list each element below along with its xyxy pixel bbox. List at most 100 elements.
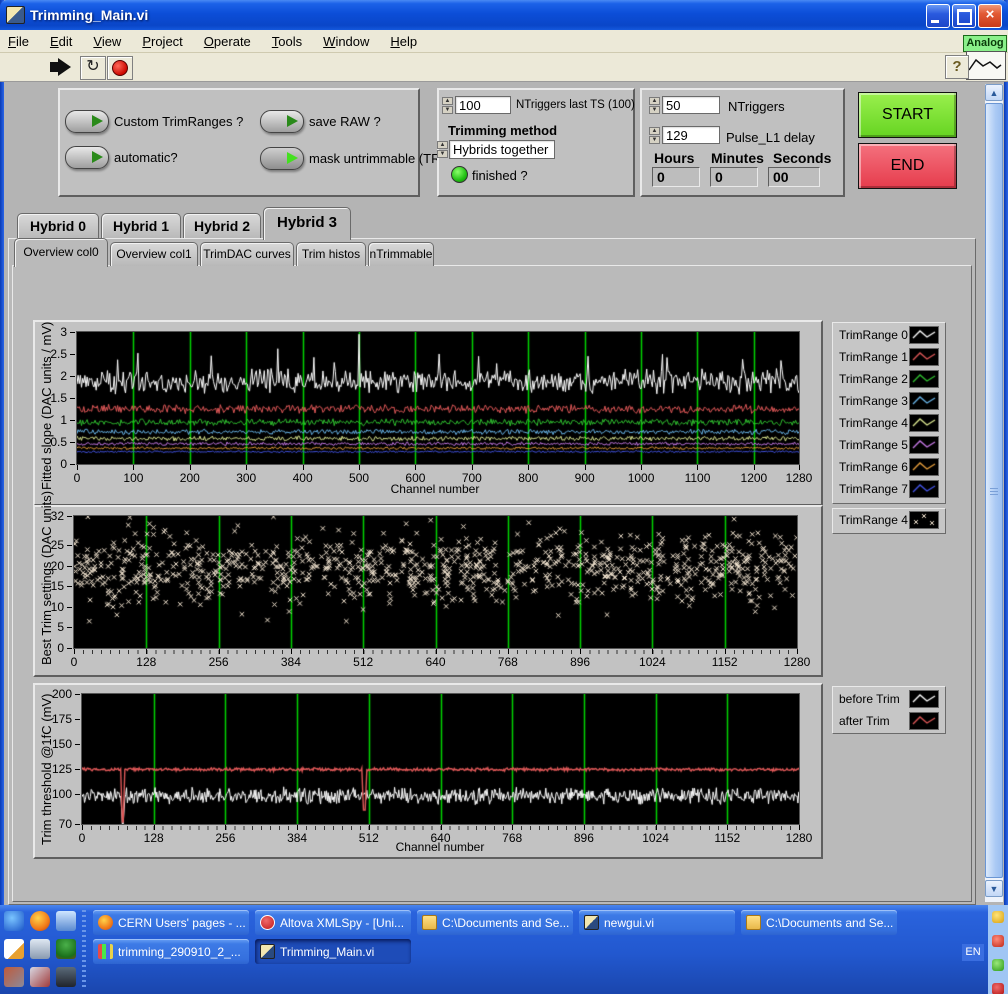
ntriggers-input[interactable]: 50	[662, 96, 720, 114]
legend-item[interactable]: TrimRange 1	[837, 347, 939, 367]
tab-hybrid-1[interactable]: Hybrid 1	[101, 213, 181, 239]
automatic-toggle[interactable]	[65, 146, 109, 169]
ntriggers-spinner[interactable]: ▲ ▼	[649, 97, 660, 115]
legend-item[interactable]: TrimRange 5	[837, 435, 939, 455]
legend-label: before Trim	[839, 692, 900, 706]
x-tick-label: 300	[236, 471, 257, 485]
start-button[interactable]: START	[858, 92, 957, 138]
legend-sample[interactable]	[909, 436, 939, 454]
pulse-delay-spinner[interactable]: ▲ ▼	[649, 127, 660, 145]
task-documents-2[interactable]: C:\Documents and Se...	[741, 910, 897, 935]
task-trimming-file[interactable]: trimming_290910_2_...	[93, 939, 249, 964]
run-continuous-button[interactable]: ↻	[80, 56, 106, 80]
tab-hybrid-2[interactable]: Hybrid 2	[183, 213, 261, 239]
tab-overview-col1[interactable]: Overview col1	[110, 242, 198, 266]
legend-item[interactable]: TrimRange 4	[837, 413, 939, 433]
title-bar[interactable]: Trimming_Main.vi ×	[0, 0, 1008, 30]
menu-file[interactable]: File	[8, 34, 29, 49]
legend-label: TrimRange 3	[839, 394, 908, 408]
legend-sample[interactable]	[909, 348, 939, 366]
tray-icon-1[interactable]	[992, 911, 1004, 923]
tab-trim-histos[interactable]: Trim histos	[296, 242, 366, 266]
pulse-delay-input[interactable]: 129	[662, 126, 720, 144]
menu-window[interactable]: Window	[323, 34, 369, 49]
messenger-icon[interactable]	[56, 911, 76, 931]
legend-sample[interactable]	[909, 458, 939, 476]
legend-item[interactable]: TrimRange 7	[837, 479, 939, 499]
legend-sample[interactable]	[909, 370, 939, 388]
legend-item[interactable]: TrimRange 2	[837, 369, 939, 389]
tab-trimdac-curves[interactable]: TrimDAC curves	[200, 242, 294, 266]
firefox-icon[interactable]	[30, 911, 50, 931]
custom-trimranges-toggle[interactable]	[65, 110, 109, 133]
x-tick-label: 400	[292, 471, 313, 485]
computer-icon[interactable]	[30, 939, 50, 959]
close-button[interactable]: ×	[978, 4, 1002, 28]
abort-button[interactable]	[107, 56, 133, 80]
menu-edit[interactable]: Edit	[50, 34, 72, 49]
ntriggers-last-spinner[interactable]: ▲ ▼	[442, 97, 453, 115]
menu-help[interactable]: Help	[390, 34, 417, 49]
legend-item[interactable]: TrimRange 6	[837, 457, 939, 477]
x-tick-label: 0	[78, 831, 86, 845]
legend-item[interactable]: TrimRange 3	[837, 391, 939, 411]
legend-item[interactable]: after Trim	[837, 711, 939, 731]
minimize-button[interactable]	[926, 4, 950, 28]
root-icon[interactable]	[56, 939, 76, 959]
maximize-button[interactable]	[952, 4, 976, 28]
menu-project[interactable]: Project	[142, 34, 182, 49]
tab-overview-col0[interactable]: Overview col0	[14, 238, 108, 267]
mask-untrimmable-toggle[interactable]	[260, 147, 304, 170]
internet-explorer-icon[interactable]	[4, 911, 24, 931]
legend-sample[interactable]	[909, 326, 939, 344]
ntriggers-last-input[interactable]: 100	[455, 96, 511, 114]
scrollbar-thumb[interactable]	[985, 103, 1003, 878]
legend-sample[interactable]	[909, 511, 939, 529]
window-border-right	[1004, 0, 1008, 905]
legend-sample[interactable]	[909, 392, 939, 410]
task-newgui[interactable]: newgui.vi	[579, 910, 735, 935]
folder-icon	[746, 915, 761, 930]
legend-sample[interactable]	[909, 690, 939, 708]
menu-view[interactable]: View	[93, 34, 121, 49]
legend-item[interactable]: TrimRange 0	[837, 325, 939, 345]
tab-ntrimmable[interactable]: nTrimmable	[368, 242, 434, 266]
run-continuous-icon: ↻	[86, 58, 100, 75]
legend-label: TrimRange 6	[839, 460, 908, 474]
legend-sample[interactable]	[909, 414, 939, 432]
scroll-down-button[interactable]: ▼	[985, 880, 1003, 897]
tab-hybrid-0[interactable]: Hybrid 0	[17, 213, 99, 239]
legend-item[interactable]: TrimRange 4	[837, 510, 939, 530]
scroll-up-button[interactable]: ▲	[985, 84, 1003, 101]
y-tick-label: 5	[57, 620, 64, 635]
tab-hybrid-3[interactable]: Hybrid 3	[263, 207, 351, 240]
app1-icon[interactable]	[4, 967, 24, 987]
trimming-method-combo[interactable]: Hybrids together	[449, 140, 555, 159]
end-button[interactable]: END	[858, 143, 957, 189]
y-tick	[67, 586, 72, 588]
legend-item[interactable]: before Trim	[837, 689, 939, 709]
trimming-method-spinner[interactable]: ▲ ▼	[437, 141, 448, 159]
x-tick	[146, 649, 148, 654]
app2-icon[interactable]	[30, 967, 50, 987]
task-cern-pages[interactable]: CERN Users' pages - ...	[93, 910, 249, 935]
task-xmlspy[interactable]: Altova XMLSpy - [Uni...	[255, 910, 411, 935]
tray-icon-2[interactable]	[992, 935, 1004, 947]
menu-tools[interactable]: Tools	[272, 34, 302, 49]
tray-icon-4[interactable]	[992, 983, 1004, 994]
y-tick-label: 0.5	[50, 435, 67, 449]
task-trimming-main[interactable]: Trimming_Main.vi	[255, 939, 411, 964]
y-tick-label: 100	[51, 787, 72, 801]
menu-operate[interactable]: Operate	[204, 34, 251, 49]
tray-icon-3[interactable]	[992, 959, 1004, 971]
help-button[interactable]: ?	[945, 55, 969, 79]
task-documents-1[interactable]: C:\Documents and Se...	[417, 910, 573, 935]
legend-sample[interactable]	[909, 712, 939, 730]
y-tick-label: 1.5	[50, 391, 67, 405]
waveform-icon[interactable]	[966, 51, 1006, 80]
save-raw-toggle[interactable]	[260, 110, 304, 133]
language-indicator[interactable]: EN	[962, 944, 984, 961]
legend-sample[interactable]	[909, 480, 939, 498]
notepad-icon[interactable]	[4, 939, 24, 959]
app3-icon[interactable]	[56, 967, 76, 987]
